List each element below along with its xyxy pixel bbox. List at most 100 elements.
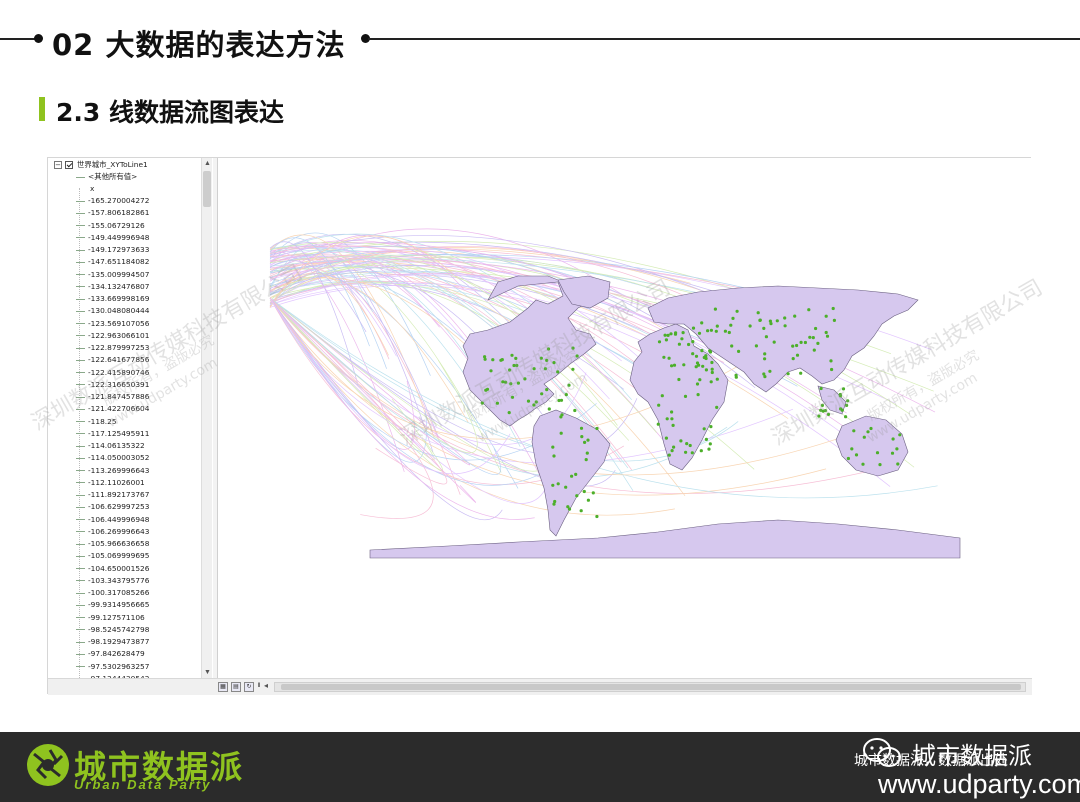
city-point — [866, 430, 870, 434]
toc-value-row[interactable]: -134.132476807 — [76, 281, 149, 293]
toc-value-row[interactable]: -99.9314956665 — [76, 599, 149, 611]
toc-value-row[interactable]: -106.629997253 — [76, 501, 149, 513]
toc-value-row[interactable]: -114.050003052 — [76, 452, 149, 464]
footer-url[interactable]: www.udparty.com — [878, 769, 1080, 800]
toc-other-values-row[interactable]: <其他所有值> — [76, 171, 137, 183]
toc-value-row[interactable]: -103.343795776 — [76, 575, 149, 587]
city-point — [680, 337, 684, 341]
header-rule-left — [0, 38, 36, 40]
city-point — [832, 318, 837, 322]
toc-value-label: -122.316650391 — [88, 379, 150, 389]
toc-value-row[interactable]: -104.650001526 — [76, 563, 149, 575]
toc-value-row[interactable]: -155.06729126 — [76, 220, 145, 232]
city-point — [670, 410, 674, 414]
toc-value-label: -97.842628479 — [88, 649, 145, 659]
line-symbol-icon — [76, 506, 85, 508]
toc-value-row[interactable]: -121.847457886 — [76, 391, 149, 403]
toc-value-row[interactable]: -122.316650391 — [76, 379, 149, 391]
line-symbol-icon — [76, 629, 85, 631]
toc-value-row[interactable]: -157.806182861 — [76, 207, 149, 219]
city-point — [772, 340, 776, 344]
city-point — [844, 415, 848, 419]
city-point — [560, 413, 564, 417]
city-point — [713, 307, 717, 311]
toc-value-row[interactable]: -99.127571106 — [76, 612, 145, 624]
scroll-thumb[interactable] — [203, 171, 211, 207]
city-point — [791, 357, 795, 361]
city-point — [510, 353, 514, 357]
toc-value-row[interactable]: -147.651184082 — [76, 256, 149, 268]
toc-value-row[interactable]: -117.125495911 — [76, 428, 149, 440]
city-point — [657, 340, 662, 344]
city-point — [660, 394, 664, 398]
city-point — [696, 393, 700, 397]
line-symbol-icon — [76, 384, 85, 386]
city-point — [691, 352, 695, 356]
toc-value-row[interactable]: -122.879997253 — [76, 342, 149, 354]
toc-value-row[interactable]: -111.892173767 — [76, 489, 149, 501]
toc-value-row[interactable]: -165.270004272 — [76, 195, 149, 207]
toc-value-row[interactable]: -122.415890746 — [76, 367, 149, 379]
layer-name: 世界城市_XYToLine1 — [77, 160, 148, 169]
toc-value-row[interactable]: -149.449996948 — [76, 232, 149, 244]
toc-value-row[interactable]: -121.422706604 — [76, 403, 149, 415]
toc-value-row[interactable]: -97.842628479 — [76, 648, 145, 660]
line-symbol-icon — [76, 482, 85, 484]
refresh-icon[interactable]: ↻ — [244, 682, 254, 692]
city-point — [869, 426, 873, 431]
toc-value-label: -114.050003052 — [88, 453, 150, 463]
city-point — [699, 449, 703, 453]
city-point — [571, 367, 575, 371]
toc-value-row[interactable]: -100.317085266 — [76, 587, 149, 599]
line-symbol-icon — [76, 445, 85, 447]
toc-value-row[interactable]: -98.1929473877 — [76, 636, 149, 648]
layer-visibility-checkbox[interactable] — [65, 161, 73, 169]
line-symbol-icon — [76, 274, 85, 275]
layout-view-icon[interactable]: ▤ — [231, 682, 241, 692]
toc-value-row[interactable]: -97.5302963257 — [76, 661, 149, 673]
data-view-icon[interactable]: ▦ — [218, 682, 228, 692]
toc-value-row[interactable]: -113.269996643 — [76, 465, 149, 477]
toc-value-row[interactable]: -106.449996948 — [76, 514, 149, 526]
toc-value-row[interactable]: -149.172973633 — [76, 244, 149, 256]
scroll-down-icon[interactable]: ▼ — [202, 667, 213, 678]
pause-icon[interactable]: Ⅱ — [254, 682, 264, 692]
toc-layer-row[interactable]: − 世界城市_XYToLine1 — [54, 159, 148, 171]
toc-value-row[interactable]: -118.25 — [76, 416, 117, 428]
toc-vertical-scrollbar[interactable]: ▲ ▼ — [201, 158, 212, 678]
map-horizontal-scrollbar[interactable] — [274, 682, 1026, 692]
scroll-thumb[interactable] — [281, 684, 1021, 690]
toc-value-row[interactable]: -122.641677856 — [76, 354, 149, 366]
toc-value-row[interactable]: -114.06135322 — [76, 440, 145, 452]
city-point — [762, 326, 766, 330]
city-point — [575, 494, 579, 498]
toc-value-row[interactable]: -105.966636658 — [76, 538, 149, 550]
scroll-left-icon[interactable]: ◂ — [264, 681, 268, 690]
city-point — [677, 377, 681, 382]
city-point — [665, 417, 669, 421]
city-point — [573, 408, 577, 413]
city-point — [510, 395, 515, 399]
toc-value-row[interactable]: -135.009994507 — [76, 269, 149, 281]
logo-text-en: Urban Data Party — [74, 777, 212, 792]
city-point — [543, 367, 547, 371]
city-point — [709, 380, 713, 384]
toc-value-row[interactable]: -130.048080444 — [76, 305, 149, 317]
scroll-up-icon[interactable]: ▲ — [202, 158, 213, 169]
toc-value-row[interactable]: -123.569107056 — [76, 318, 149, 330]
collapse-icon[interactable]: − — [54, 161, 62, 169]
toc-value-row[interactable]: -112.11026001 — [76, 477, 145, 489]
toc-value-label: -97.5302963257 — [88, 661, 150, 671]
city-point — [764, 335, 769, 339]
toc-value-row[interactable]: -133.669998169 — [76, 293, 149, 305]
toc-value-row[interactable]: -122.963066101 — [76, 330, 149, 342]
toc-value-row[interactable]: -98.5245742798 — [76, 624, 149, 636]
toc-value-label: -118.25 — [88, 416, 117, 426]
toc-value-row[interactable]: -105.069999695 — [76, 550, 149, 562]
toc-value-label: -147.651184082 — [88, 257, 150, 267]
city-point — [657, 403, 661, 407]
map-view[interactable] — [217, 158, 1031, 678]
city-point — [579, 509, 583, 513]
toc-value-row[interactable]: -106.269996643 — [76, 526, 149, 538]
city-point — [890, 451, 895, 455]
